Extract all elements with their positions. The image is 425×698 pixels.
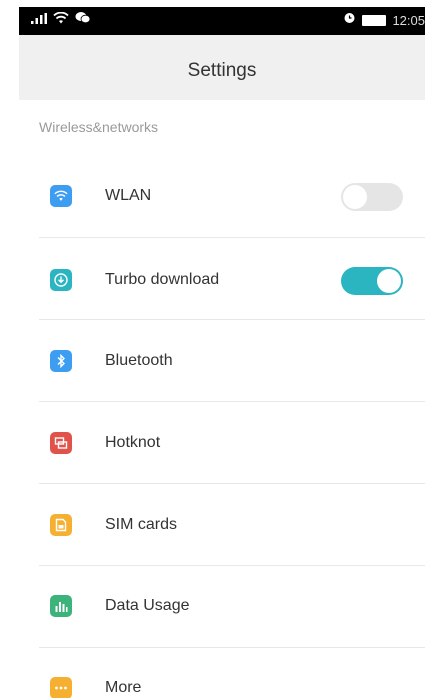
setting-label: WLAN (105, 187, 152, 204)
status-time: 12:05 (392, 12, 425, 28)
wifi-icon (50, 185, 72, 207)
page-title: Settings (187, 60, 257, 81)
data-usage-icon (50, 595, 72, 617)
wifi-icon (53, 11, 69, 29)
sim-card-icon (50, 514, 72, 536)
more-icon (50, 677, 72, 698)
setting-row-bluetooth[interactable]: Bluetooth (19, 320, 425, 402)
download-icon (50, 269, 72, 291)
turbo-download-toggle[interactable] (341, 267, 403, 295)
title-bar: Settings (19, 35, 425, 100)
toggle-knob (377, 269, 401, 293)
setting-label: More (105, 679, 142, 696)
setting-label: Data Usage (105, 597, 190, 614)
setting-row-more[interactable]: More (19, 648, 425, 698)
setting-row-sim-cards[interactable]: SIM cards (19, 484, 425, 566)
alarm-icon (343, 11, 356, 29)
bluetooth-icon (50, 350, 72, 372)
battery-icon (362, 14, 387, 26)
setting-label: Bluetooth (105, 352, 173, 369)
wechat-icon (75, 11, 91, 29)
status-bar-left (31, 11, 91, 29)
setting-row-wlan[interactable]: WLAN (19, 156, 425, 238)
settings-screen: 12:05 Settings Wireless&networks WLAN Tu… (19, 0, 425, 698)
status-bar: 12:05 (19, 7, 425, 35)
section-header: Wireless&networks (39, 119, 159, 135)
setting-row-data-usage[interactable]: Data Usage (19, 566, 425, 648)
setting-label: Turbo download (105, 271, 220, 288)
status-bar-right: 12:05 (343, 11, 425, 29)
setting-row-hotknot[interactable]: Hotknot (19, 402, 425, 484)
wlan-toggle[interactable] (341, 183, 403, 211)
hotknot-icon (50, 432, 72, 454)
setting-label: Hotknot (105, 434, 161, 451)
signal-icon (31, 11, 47, 29)
toggle-knob (343, 185, 367, 209)
setting-row-turbo-download[interactable]: Turbo download (19, 238, 425, 320)
setting-label: SIM cards (105, 516, 178, 533)
